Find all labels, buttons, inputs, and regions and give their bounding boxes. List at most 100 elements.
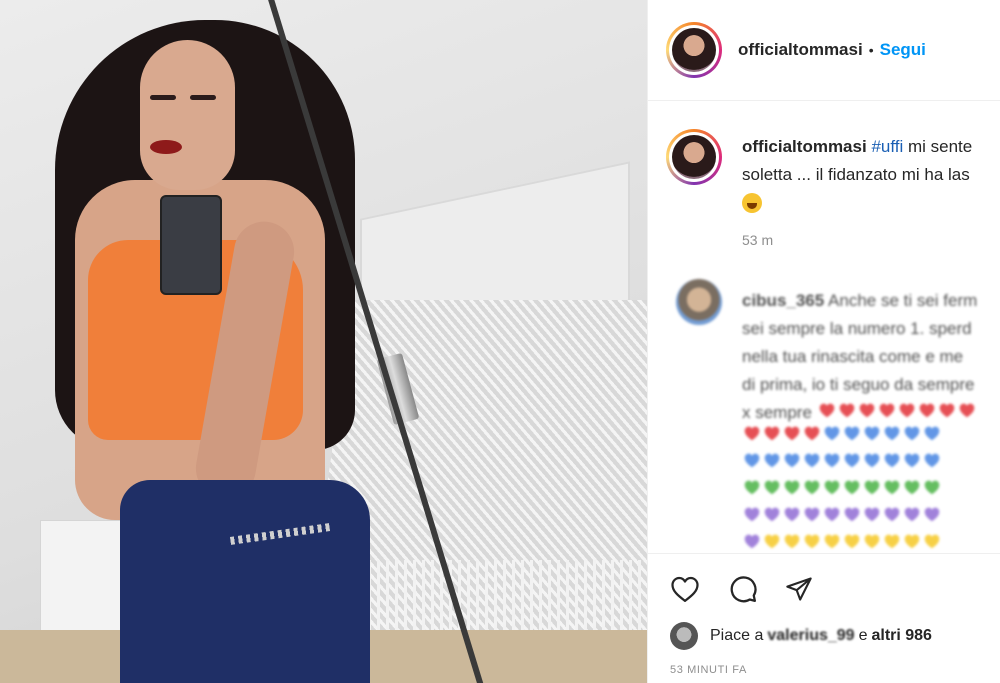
heart-emoji-icon [742,476,762,503]
caption-username[interactable]: officialtommasi [742,137,867,156]
photo-figure-lips [150,140,182,154]
heart-emoji-icon [782,476,802,503]
heart-emoji-icon [802,449,822,476]
share-icon[interactable] [782,572,816,606]
heart-emoji-icon [842,476,862,503]
comment-line2: sei sempre la numero 1. sperd [742,319,972,338]
photo-figure-brow [150,95,176,100]
heart-icon[interactable] [668,572,702,606]
heart-emoji-icon [902,503,922,530]
heart-emoji-icon [882,530,902,553]
post-header: officialtommasi • Segui [648,0,1000,101]
comment-icon[interactable] [726,572,760,606]
heart-emoji-icon [762,503,782,530]
post-actions: Piace a valerius_99 e altri 986 53 MINUT… [648,553,1000,683]
post-side-panel: officialtommasi • Segui officialtommasi … [647,0,1000,683]
comment-line4: di prima, io ti seguo da sempre [742,375,975,394]
header-separator: • [868,42,874,58]
heart-emoji-icon [822,476,842,503]
likes-others[interactable]: altri 986 [871,627,931,645]
heart-emoji-icon [922,449,942,476]
heart-emoji-icon [762,449,782,476]
heart-emoji-icon [782,503,802,530]
follow-button[interactable]: Segui [880,40,926,60]
heart-emoji-icon [742,422,762,449]
hearts-row [742,530,1000,553]
heart-emoji-icon [862,530,882,553]
hearts-row [742,422,1000,449]
photo-phone [160,195,222,295]
heart-emoji-icon [922,422,942,449]
heart-emoji-icon [842,503,862,530]
heart-emoji-icon [782,530,802,553]
heart-emoji-icon [842,449,862,476]
author-username[interactable]: officialtommasi [738,40,863,60]
liker-username[interactable]: valerius_99 [767,627,854,645]
heart-emoji-icon [862,503,882,530]
heart-emoji-icon [782,422,802,449]
heart-emoji-icon [882,476,902,503]
heart-emoji-icon [822,422,842,449]
caption-hashtag[interactable]: #uffi [871,137,903,156]
heart-emoji-icon [822,449,842,476]
photo-figure-jeans [120,480,370,683]
comment-line3: nella tua rinascita come e me [742,347,964,366]
heart-emoji-icon [802,530,822,553]
caption-avatar[interactable] [666,129,722,185]
author-avatar[interactable] [666,22,722,78]
heart-emoji-icon [922,530,942,553]
post-photo[interactable] [0,0,647,683]
heart-emoji-icon [762,422,782,449]
hearts-row [742,476,1000,503]
heart-emoji-icon [882,422,902,449]
caption-text: officialtommasi #uffi mi sente soletta .… [742,133,1000,218]
heart-emoji-icon [782,449,802,476]
heart-emoji-icon [742,530,762,553]
heart-emoji-icon [902,422,922,449]
heart-emoji-icon [882,449,902,476]
heart-emoji-icon [862,449,882,476]
author-avatar-image [672,28,716,72]
caption-avatar-image [672,135,716,179]
heart-emoji-icon [922,503,942,530]
likes-prefix: Piace a [710,627,764,644]
photo-figure-face [140,40,235,190]
caption-time[interactable]: 53 m [742,232,773,248]
caption-line2: soletta ... il fidanzato mi ha las [742,165,970,184]
heart-emoji-icon [762,530,782,553]
likes-summary: Piace a valerius_99 e altri 986 [670,622,932,650]
heart-emoji-icon [822,503,842,530]
heart-emoji-icon [842,422,862,449]
heart-emoji-icon [842,530,862,553]
heart-emoji-icon [742,503,762,530]
heart-emoji-icon [802,476,822,503]
heart-emoji-icon [862,476,882,503]
comment-text: cibus_365 Anche se ti sei ferm sei sempr… [742,287,1000,427]
heart-emoji-icon [802,503,822,530]
comments-section[interactable]: officialtommasi #uffi mi sente soletta .… [648,101,1000,553]
heart-emoji-icon [822,530,842,553]
heart-emoji-icon [922,476,942,503]
likes-middle: e [858,627,868,644]
hearts-row [817,403,977,422]
liker-avatar[interactable] [670,622,698,650]
heart-emoji-icon [902,476,922,503]
commenter-avatar[interactable] [676,279,722,325]
heart-emoji-icon [902,530,922,553]
tired-face-emoji-icon [742,193,762,213]
hearts-block [742,422,1000,553]
heart-emoji-icon [902,449,922,476]
photo-blanket-fringe [350,560,647,640]
heart-emoji-icon [882,503,902,530]
heart-emoji-icon [742,449,762,476]
hearts-row [742,449,1000,476]
heart-emoji-icon [862,422,882,449]
heart-emoji-icon [762,476,782,503]
comment-line1: Anche se ti sei ferm [824,291,978,310]
heart-emoji-icon [802,422,822,449]
post-timestamp[interactable]: 53 MINUTI FA [670,664,747,676]
commenter-username[interactable]: cibus_365 [742,291,824,310]
comment-line5: x sempre [742,403,812,422]
photo-figure-brow [190,95,216,100]
caption-line1: mi sente [903,137,973,156]
